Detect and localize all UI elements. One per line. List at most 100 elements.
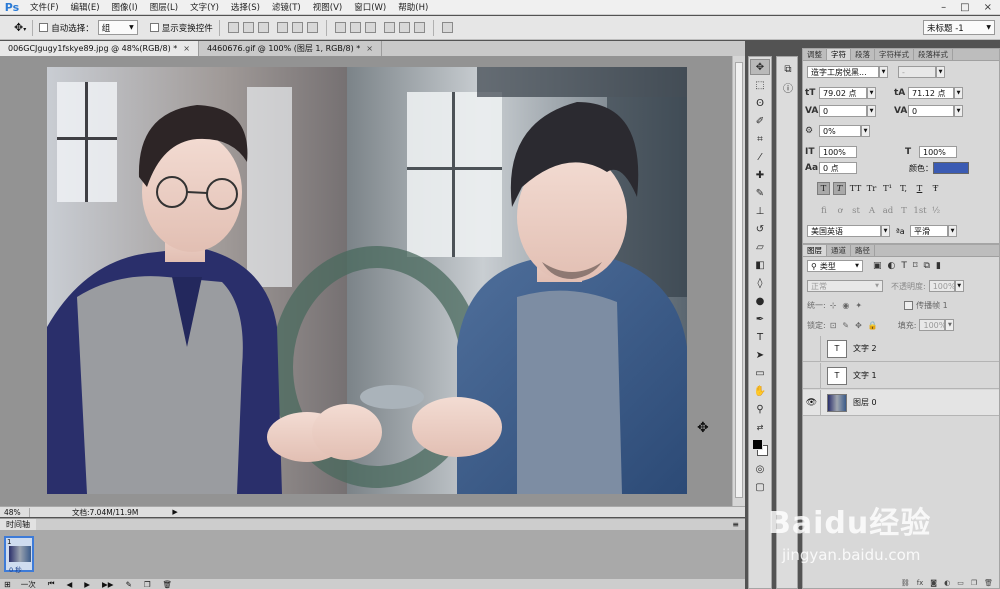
vertical-scale-field[interactable]: 100% xyxy=(819,146,857,158)
tab-document-1[interactable]: 006GCJgugy1fskye89.jpg @ 48%(RGB/8) * × xyxy=(0,41,199,56)
marquee-tool-icon[interactable]: ⬚ xyxy=(750,77,770,93)
faux-italic-button[interactable]: T xyxy=(833,182,846,195)
quick-select-tool-icon[interactable]: ✐ xyxy=(750,113,770,129)
baseline-shift-field[interactable]: 0 点 xyxy=(819,162,857,174)
tab-paragraph-styles[interactable]: 段落样式 xyxy=(914,49,953,60)
menu-view[interactable]: 视图(V) xyxy=(307,1,348,13)
tab-character[interactable]: 字符 xyxy=(827,49,851,60)
tracking-arrow-icon[interactable]: ▼ xyxy=(954,105,963,117)
align-vcenter-icon[interactable] xyxy=(242,22,254,33)
unify-position-icon[interactable]: ⊹ xyxy=(830,301,837,310)
filter-toggle-icon[interactable]: ▮ xyxy=(936,261,941,271)
distribute-bottom-icon[interactable] xyxy=(364,22,376,33)
menu-select[interactable]: 选择(S) xyxy=(225,1,266,13)
layer-filter-dropdown[interactable]: ⚲ 类型 ▼ xyxy=(807,260,863,272)
next-frame-icon[interactable]: ▶▶ xyxy=(96,580,120,589)
underline-button[interactable]: T xyxy=(913,182,926,195)
fill-field[interactable]: 100% xyxy=(919,319,946,331)
panel-history-icon[interactable]: ⧉ xyxy=(778,61,798,77)
tsume-field[interactable]: 0% xyxy=(819,125,861,137)
lasso-tool-icon[interactable]: ʘ xyxy=(750,95,770,111)
tab-document-2[interactable]: 4460676.gif @ 100% (图层 1, RGB/8) * × xyxy=(199,41,382,56)
frame-delay[interactable]: 0 秒 xyxy=(9,564,22,574)
blend-mode-dropdown[interactable]: 正常 ▼ xyxy=(807,280,883,292)
menu-help[interactable]: 帮助(H) xyxy=(392,1,434,13)
contextual-alternates-button[interactable]: ơ xyxy=(833,204,847,217)
close-tab-icon[interactable]: × xyxy=(183,44,190,53)
filter-pixel-icon[interactable]: ▣ xyxy=(873,261,882,271)
antialias-arrow-icon[interactable]: ▼ xyxy=(948,225,957,237)
lock-position-icon[interactable]: ✥ xyxy=(855,321,862,330)
shape-tool-icon[interactable]: ▭ xyxy=(750,365,770,381)
close-tab-icon[interactable]: × xyxy=(366,44,373,53)
menu-window[interactable]: 窗口(W) xyxy=(348,1,392,13)
small-caps-button[interactable]: Tr xyxy=(865,182,878,195)
unify-visibility-icon[interactable]: ◉ xyxy=(842,301,849,310)
swap-colors-icon[interactable]: ⇄ xyxy=(750,419,770,435)
tab-paragraph[interactable]: 段落 xyxy=(851,49,875,60)
horizontal-scale-field[interactable]: 100% xyxy=(919,146,957,158)
adjustment-layer-icon[interactable]: ◐ xyxy=(944,579,950,589)
filter-shape-icon[interactable]: ⌑ xyxy=(913,261,918,271)
status-menu-arrow-icon[interactable]: ▶ xyxy=(172,508,177,516)
text-color-swatch[interactable] xyxy=(933,162,969,174)
titling-alternates-button[interactable]: T xyxy=(897,204,911,217)
tween-icon[interactable]: ✎ xyxy=(120,580,138,589)
font-size-arrow-icon[interactable]: ▼ xyxy=(867,87,876,99)
all-caps-button[interactable]: TT xyxy=(849,182,862,195)
link-layers-icon[interactable]: ⛓ xyxy=(901,579,910,589)
screen-mode-icon[interactable]: ▢ xyxy=(750,479,770,495)
prev-frame-icon[interactable]: ◀ xyxy=(60,580,78,589)
play-icon[interactable]: ▶ xyxy=(78,580,96,589)
eraser-tool-icon[interactable]: ▱ xyxy=(750,239,770,255)
delete-frame-icon[interactable]: 🗑 xyxy=(157,580,179,589)
timeline-title[interactable]: 时间轴 xyxy=(0,519,36,530)
distribute-right-icon[interactable] xyxy=(413,22,425,33)
timeline-frame[interactable]: 1 0 秒 xyxy=(4,536,34,574)
align-left-icon[interactable] xyxy=(276,22,288,33)
antialias-dropdown[interactable]: 平滑 xyxy=(910,225,948,237)
tsume-arrow-icon[interactable]: ▼ xyxy=(861,125,870,137)
layer-style-icon[interactable]: fx xyxy=(917,579,924,589)
kerning-arrow-icon[interactable]: ▼ xyxy=(867,105,876,117)
tab-layers[interactable]: 图层 xyxy=(803,245,827,256)
layer-name[interactable]: 文字 1 xyxy=(853,370,877,381)
filter-adjustment-icon[interactable]: ◐ xyxy=(888,261,896,271)
superscript-button[interactable]: T¹ xyxy=(881,182,894,195)
color-swatches-icon[interactable] xyxy=(750,437,770,459)
new-group-icon[interactable]: ▭ xyxy=(957,579,964,589)
new-layer-icon[interactable]: ❐ xyxy=(971,579,977,589)
add-mask-icon[interactable]: ◙ xyxy=(930,579,937,589)
move-tool-icon[interactable]: ✥ xyxy=(750,59,770,75)
hand-tool-icon[interactable]: ✋ xyxy=(750,383,770,399)
blur-tool-icon[interactable]: ◊ xyxy=(750,275,770,291)
language-dropdown[interactable]: 美国英语 xyxy=(807,225,881,237)
duplicate-frame-icon[interactable]: ❐ xyxy=(138,580,157,589)
lock-transparent-icon[interactable]: ⊡ xyxy=(830,321,837,330)
panel-info-icon[interactable]: ⓘ xyxy=(778,79,798,95)
gradient-tool-icon[interactable]: ◧ xyxy=(750,257,770,273)
discretionary-ligatures-button[interactable]: st xyxy=(849,204,863,217)
menu-image[interactable]: 图像(I) xyxy=(106,1,144,13)
align-right-icon[interactable] xyxy=(306,22,318,33)
close-button[interactable]: × xyxy=(984,2,992,13)
language-arrow-icon[interactable]: ▼ xyxy=(881,225,890,237)
quick-mask-icon[interactable]: ◎ xyxy=(750,461,770,477)
distribute-left-icon[interactable] xyxy=(383,22,395,33)
healing-brush-tool-icon[interactable]: ✚ xyxy=(750,167,770,183)
dodge-tool-icon[interactable]: ● xyxy=(750,293,770,309)
zoom-level[interactable]: 48% xyxy=(0,507,30,517)
layer-row[interactable]: 👁 图层 0 xyxy=(803,389,999,416)
history-brush-tool-icon[interactable]: ↺ xyxy=(750,221,770,237)
ordinals-button[interactable]: 1st xyxy=(913,204,927,217)
distribute-top-icon[interactable] xyxy=(334,22,346,33)
font-style-arrow-icon[interactable]: ▼ xyxy=(936,66,945,78)
tab-channels[interactable]: 通道 xyxy=(827,245,851,256)
layer-name[interactable]: 图层 0 xyxy=(853,397,877,408)
menu-edit[interactable]: 编辑(E) xyxy=(65,1,106,13)
workspace-dropdown[interactable]: 未标题 -1 ▼ xyxy=(923,20,995,35)
delete-layer-icon[interactable]: 🗑 xyxy=(984,579,993,589)
filter-type-icon[interactable]: T xyxy=(901,261,907,271)
layer-row[interactable]: T 文字 2 xyxy=(803,335,999,362)
tab-paths[interactable]: 路径 xyxy=(851,245,875,256)
